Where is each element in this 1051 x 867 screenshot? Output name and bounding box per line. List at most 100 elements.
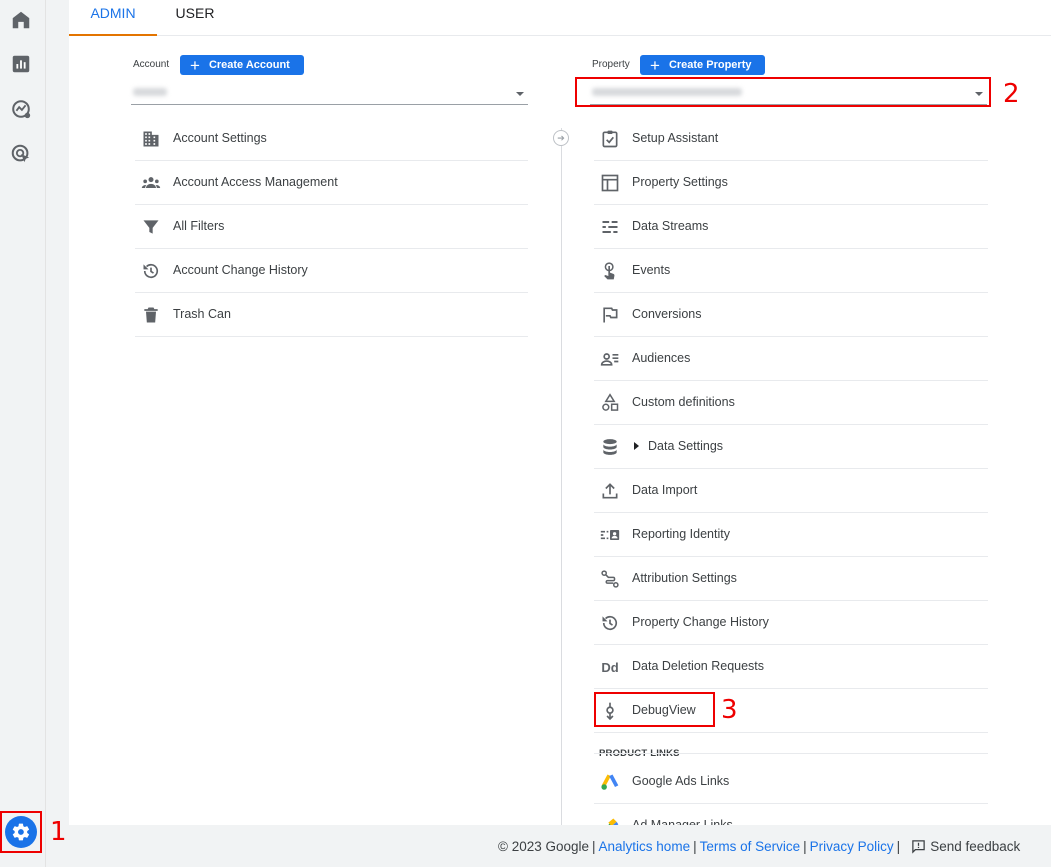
product-links-menu: Google Ads Links Ad Manager Links <box>594 760 988 825</box>
reports-icon[interactable] <box>9 52 33 76</box>
advertising-icon[interactable] <box>9 142 33 166</box>
menu-item-label: Attribution Settings <box>632 571 737 585</box>
send-feedback-link[interactable]: Send feedback <box>930 839 1020 854</box>
account-select-value <box>133 88 167 96</box>
gear-icon <box>5 816 37 848</box>
layout-icon <box>600 173 620 193</box>
attribution-icon <box>600 569 620 589</box>
menu-item-events[interactable]: Events <box>594 249 988 293</box>
menu-item-label: All Filters <box>173 219 225 233</box>
menu-item-label: Events <box>632 263 671 277</box>
plus-icon: + <box>650 55 660 75</box>
menu-item-account-change-history[interactable]: Account Change History <box>135 249 528 293</box>
menu-item-conversions[interactable]: Conversions <box>594 293 988 337</box>
privacy-link[interactable]: Privacy Policy <box>810 839 894 854</box>
property-label: Property <box>592 59 630 70</box>
account-select[interactable] <box>131 81 528 105</box>
arrow-right-icon: ➔ <box>553 130 569 146</box>
menu-item-label: Account Change History <box>173 263 308 277</box>
tab-user[interactable]: USER <box>165 0 225 36</box>
dropdown-caret-icon <box>516 92 524 96</box>
create-account-button[interactable]: + Create Account <box>180 55 304 75</box>
flag-icon <box>600 305 620 325</box>
building-icon <box>141 129 161 149</box>
touch-icon <box>600 261 620 281</box>
separator: | <box>803 839 807 854</box>
menu-item-label: Data Import <box>632 483 698 497</box>
callout-box-3 <box>594 692 715 727</box>
feedback-icon[interactable] <box>911 839 926 857</box>
callout-3: 3 <box>721 695 738 725</box>
shapes-icon <box>600 393 620 413</box>
tab-bar: ADMIN USER <box>69 0 1051 36</box>
menu-item-audiences[interactable]: Audiences <box>594 337 988 381</box>
menu-item-label: Property Settings <box>632 175 728 189</box>
menu-item-label: Property Change History <box>632 615 769 629</box>
upload-icon <box>600 481 620 501</box>
menu-item-label: Data Streams <box>632 219 709 233</box>
history-icon <box>600 613 620 633</box>
account-menu: Account Settings Account Access Managemen… <box>135 117 528 337</box>
menu-item-data-streams[interactable]: Data Streams <box>594 205 988 249</box>
copyright: © 2023 Google <box>498 839 590 854</box>
database-icon <box>600 437 620 457</box>
analytics-home-link[interactable]: Analytics home <box>599 839 691 854</box>
account-label: Account <box>133 59 170 70</box>
ad-manager-icon <box>600 816 620 825</box>
explore-icon[interactable] <box>9 97 33 121</box>
callout-1: 1 <box>50 817 67 847</box>
callout-2: 2 <box>1003 79 1020 109</box>
menu-item-label: Reporting Identity <box>632 527 730 541</box>
audience-icon <box>600 349 620 369</box>
divider <box>594 753 988 754</box>
create-property-button[interactable]: + Create Property <box>640 55 766 75</box>
create-account-label: Create Account <box>208 59 290 71</box>
menu-item-property-settings[interactable]: Property Settings <box>594 161 988 205</box>
menu-item-label: Audiences <box>632 351 691 365</box>
menu-item-reporting-identity[interactable]: Reporting Identity <box>594 513 988 557</box>
menu-item-label: Google Ads Links <box>632 774 730 788</box>
menu-item-setup-assistant[interactable]: Setup Assistant <box>594 117 988 161</box>
menu-item-label: Account Settings <box>173 131 267 145</box>
menu-item-account-access-management[interactable]: Account Access Management <box>135 161 528 205</box>
menu-item-trash-can[interactable]: Trash Can <box>135 293 528 337</box>
menu-item-data-deletion-requests[interactable]: Dd Data Deletion Requests <box>594 645 988 689</box>
plus-icon: + <box>190 55 200 75</box>
menu-item-custom-definitions[interactable]: Custom definitions <box>594 381 988 425</box>
expand-triangle-icon[interactable] <box>634 442 639 450</box>
terms-link[interactable]: Terms of Service <box>700 839 801 854</box>
dd-icon: Dd <box>601 659 619 675</box>
menu-item-label: Custom definitions <box>632 395 735 409</box>
menu-item-label: Trash Can <box>173 307 231 321</box>
people-icon <box>141 173 161 193</box>
admin-panel: ADMIN USER Account + Create Account Acco… <box>69 0 1051 825</box>
menu-item-account-settings[interactable]: Account Settings <box>135 117 528 161</box>
checklist-icon <box>600 129 620 149</box>
menu-item-attribution-settings[interactable]: Attribution Settings <box>594 557 988 601</box>
menu-item-label: Data Deletion Requests <box>632 659 765 673</box>
separator: | <box>693 839 697 854</box>
menu-item-data-settings[interactable]: Data Settings <box>594 425 988 469</box>
callout-box-2 <box>575 77 991 107</box>
menu-item-all-filters[interactable]: All Filters <box>135 205 528 249</box>
filter-icon <box>141 217 161 237</box>
streams-icon <box>600 217 620 237</box>
google-ads-icon <box>600 772 620 792</box>
menu-item-ad-manager-links[interactable]: Ad Manager Links <box>594 804 988 825</box>
menu-item-google-ads-links[interactable]: Google Ads Links <box>594 760 988 804</box>
admin-settings-button[interactable] <box>0 811 42 853</box>
footer: © 2023 Google | Analytics home | Terms of Se… <box>498 839 1020 857</box>
menu-item-label: Ad Manager Links <box>632 818 733 825</box>
separator: | <box>896 839 901 854</box>
history-icon <box>141 261 161 281</box>
home-icon[interactable] <box>9 8 33 32</box>
menu-item-property-change-history[interactable]: Property Change History <box>594 601 988 645</box>
column-divider <box>561 128 562 825</box>
left-nav-rail <box>0 0 46 867</box>
property-menu: Setup Assistant Property Settings Data Str… <box>594 117 988 733</box>
tab-admin[interactable]: ADMIN <box>69 0 157 36</box>
menu-item-data-import[interactable]: Data Import <box>594 469 988 513</box>
menu-item-label: Conversions <box>632 307 702 321</box>
separator: | <box>592 839 596 854</box>
trash-icon <box>141 305 161 325</box>
